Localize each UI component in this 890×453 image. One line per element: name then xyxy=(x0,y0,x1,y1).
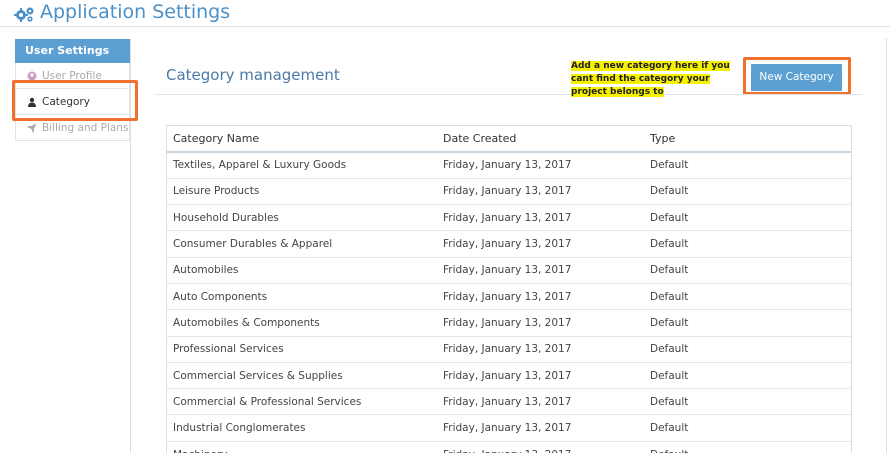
cell-type: Default xyxy=(644,361,851,389)
column-header-date-created[interactable]: Date Created xyxy=(437,126,644,153)
cell-category-name: Commercial & Professional Services xyxy=(167,388,437,415)
cell-category-name: Auto Components xyxy=(167,282,437,310)
page-title: Application Settings xyxy=(40,1,231,23)
gears-icon xyxy=(14,7,34,22)
annotation-note: Add a new category here if you cant find… xyxy=(571,60,743,99)
sidebar-item-label: Billing and Plans xyxy=(42,121,129,134)
table-header-row: Category Name Date Created Type xyxy=(167,126,851,153)
sidebar-header: User Settings xyxy=(15,39,130,63)
category-table: Category Name Date Created Type Textiles… xyxy=(166,125,852,453)
cell-category-name: Leisure Products xyxy=(167,177,437,205)
section-divider xyxy=(155,94,862,95)
cell-type: Default xyxy=(644,335,851,363)
table-row[interactable]: MachineryFriday, January 13, 2017Default xyxy=(167,440,851,453)
cell-date-created: Friday, January 13, 2017 xyxy=(437,361,644,389)
cell-type: Default xyxy=(644,440,851,453)
cell-category-name: Industrial Conglomerates xyxy=(167,414,437,442)
annotation-text: Add a new category here if you cant find… xyxy=(571,61,730,97)
cell-date-created: Friday, January 13, 2017 xyxy=(437,388,644,415)
cell-category-name: Textiles, Apparel & Luxury Goods xyxy=(167,151,437,179)
new-category-button[interactable]: New Category xyxy=(751,64,842,91)
table-row[interactable]: Automobiles & Components Friday, January … xyxy=(167,309,851,337)
section-title: Category management xyxy=(166,66,340,84)
cell-date-created: Friday, January 13, 2017 xyxy=(437,151,644,179)
cell-type: Default xyxy=(644,230,851,258)
cell-category-name: Household Durables xyxy=(167,204,437,231)
table-row[interactable]: Textiles, Apparel & Luxury Goods Friday, … xyxy=(167,151,851,179)
table-row[interactable]: Automobiles Friday, January 13, 2017 Defau… xyxy=(167,256,851,284)
cell-date-created: Friday, January 13, 2017 xyxy=(437,230,644,258)
cell-date-created: Friday, January 13, 2017 xyxy=(437,309,644,337)
table-row[interactable]: Commercial & Professional Services Friday… xyxy=(167,388,851,415)
cell-date-created: Friday, January 13, 2017 xyxy=(437,177,644,205)
content-border xyxy=(886,38,887,453)
cell-category-name: Professional Services xyxy=(167,335,437,363)
cell-date-created: Friday, January 13, 2017 xyxy=(437,204,644,231)
cell-type: Default xyxy=(644,414,851,442)
table-row[interactable]: Consumer Durables & Apparel Friday, Janua… xyxy=(167,230,851,258)
cell-type: Default xyxy=(644,204,851,231)
user-profile-icon xyxy=(27,71,37,80)
cell-category-name: Automobiles & Components xyxy=(167,309,437,337)
table-row[interactable]: Auto Components Friday, January 13, 2017 D… xyxy=(167,282,851,310)
cell-date-created: Friday, January 13, 2017 xyxy=(437,282,644,310)
table-row[interactable]: Professional Services Friday, January 13,… xyxy=(167,335,851,363)
cell-type: Default xyxy=(644,256,851,284)
table-row[interactable]: Leisure Products Friday, January 13, 2017… xyxy=(167,177,851,205)
cell-date-created: Friday, January 13, 2017 xyxy=(437,440,644,453)
app-header: Application Settings xyxy=(0,0,890,27)
cell-type: Default xyxy=(644,177,851,205)
category-highlight xyxy=(12,80,138,121)
cell-type: Default xyxy=(644,388,851,415)
cell-category-name: Machinery xyxy=(167,440,437,453)
cell-category-name: Automobiles xyxy=(167,256,437,284)
cell-category-name: Consumer Durables & Apparel xyxy=(167,230,437,258)
table-row[interactable]: Industrial Conglomerates Friday, January … xyxy=(167,414,851,442)
cell-date-created: Friday, January 13, 2017 xyxy=(437,335,644,363)
column-header-type[interactable]: Type xyxy=(644,126,851,153)
cell-type: Default xyxy=(644,309,851,337)
cell-type: Default xyxy=(644,151,851,179)
cell-category-name: Commercial Services & Supplies xyxy=(167,361,437,389)
column-header-category-name[interactable]: Category Name xyxy=(167,126,437,153)
table-row[interactable]: Household Durables Friday, January 13, 20… xyxy=(167,204,851,231)
cell-date-created: Friday, January 13, 2017 xyxy=(437,256,644,284)
rocket-icon xyxy=(27,123,37,132)
cell-type: Default xyxy=(644,282,851,310)
cell-date-created: Friday, January 13, 2017 xyxy=(437,414,644,442)
table-row[interactable]: Commercial Services & Supplies Friday, Ja… xyxy=(167,361,851,389)
